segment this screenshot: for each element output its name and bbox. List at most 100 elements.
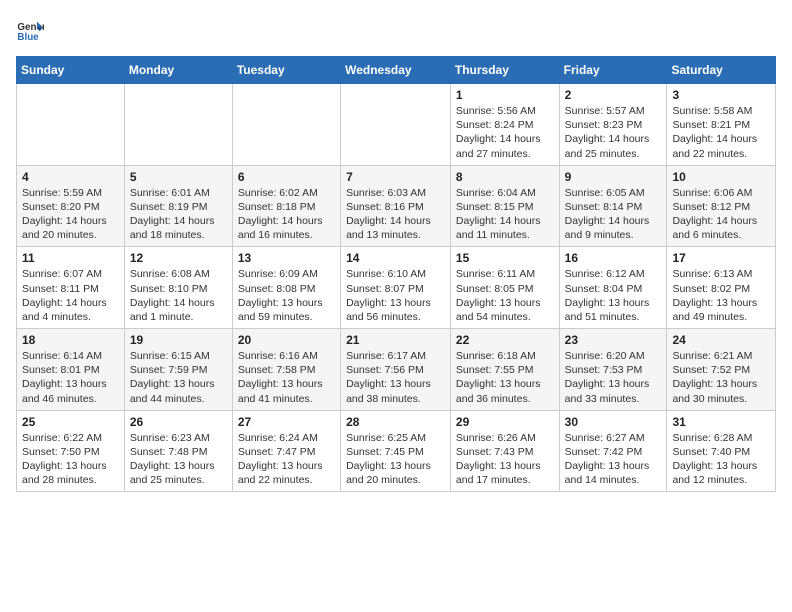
day-info: Sunrise: 6:11 AM Sunset: 8:05 PM Dayligh… <box>456 267 554 324</box>
day-number: 26 <box>130 415 227 429</box>
calendar-cell: 11 Sunrise: 6:07 AM Sunset: 8:11 PM Dayli… <box>17 247 125 329</box>
calendar-cell: 1 Sunrise: 5:56 AM Sunset: 8:24 PM Daylig… <box>450 84 559 166</box>
day-info: Sunrise: 6:26 AM Sunset: 7:43 PM Dayligh… <box>456 431 554 488</box>
day-info: Sunrise: 5:59 AM Sunset: 8:20 PM Dayligh… <box>22 186 119 243</box>
calendar-cell: 7Sunrise: 6:03 AM Sunset: 8:16 PM Daylig… <box>341 165 451 247</box>
day-info: Sunrise: 6:22 AM Sunset: 7:50 PM Dayligh… <box>22 431 119 488</box>
day-number: 14 <box>346 251 445 265</box>
header-monday: Monday <box>124 57 232 84</box>
calendar-cell: 12 Sunrise: 6:08 AM Sunset: 8:10 PM Dayli… <box>124 247 232 329</box>
day-info: Sunrise: 6:16 AM Sunset: 7:58 PM Dayligh… <box>238 349 335 406</box>
svg-text:Blue: Blue <box>17 32 39 43</box>
calendar-cell: 23Sunrise: 6:20 AM Sunset: 7:53 PM Dayli… <box>559 329 667 411</box>
day-number: 22 <box>456 333 554 347</box>
day-number: 9 <box>565 170 662 184</box>
calendar-week-row: 18Sunrise: 6:14 AM Sunset: 8:01 PM Dayli… <box>17 329 776 411</box>
page-header: General Blue <box>16 16 776 44</box>
day-number: 24 <box>672 333 770 347</box>
day-number: 2 <box>565 88 662 102</box>
calendar-cell <box>17 84 125 166</box>
day-info: Sunrise: 6:08 AM Sunset: 8:10 PM Dayligh… <box>130 267 227 324</box>
day-info: Sunrise: 6:12 AM Sunset: 8:04 PM Dayligh… <box>565 267 662 324</box>
calendar-cell: 8 Sunrise: 6:04 AM Sunset: 8:15 PM Daylig… <box>450 165 559 247</box>
calendar-cell <box>124 84 232 166</box>
day-number: 28 <box>346 415 445 429</box>
calendar-cell: 31 Sunrise: 6:28 AM Sunset: 7:40 PM Dayli… <box>667 410 776 492</box>
header-friday: Friday <box>559 57 667 84</box>
day-info: Sunrise: 6:28 AM Sunset: 7:40 PM Dayligh… <box>672 431 770 488</box>
day-info: Sunrise: 6:18 AM Sunset: 7:55 PM Dayligh… <box>456 349 554 406</box>
day-number: 20 <box>238 333 335 347</box>
header-tuesday: Tuesday <box>232 57 340 84</box>
day-info: Sunrise: 6:07 AM Sunset: 8:11 PM Dayligh… <box>22 267 119 324</box>
calendar-cell: 14 Sunrise: 6:10 AM Sunset: 8:07 PM Dayli… <box>341 247 451 329</box>
calendar-cell <box>232 84 340 166</box>
day-info: Sunrise: 5:57 AM Sunset: 8:23 PM Dayligh… <box>565 104 662 161</box>
calendar-cell: 18Sunrise: 6:14 AM Sunset: 8:01 PM Dayli… <box>17 329 125 411</box>
calendar-cell: 20 Sunrise: 6:16 AM Sunset: 7:58 PM Dayli… <box>232 329 340 411</box>
day-number: 29 <box>456 415 554 429</box>
day-number: 5 <box>130 170 227 184</box>
day-info: Sunrise: 6:06 AM Sunset: 8:12 PM Dayligh… <box>672 186 770 243</box>
day-number: 21 <box>346 333 445 347</box>
calendar-cell: 6 Sunrise: 6:02 AM Sunset: 8:18 PM Daylig… <box>232 165 340 247</box>
day-info: Sunrise: 6:01 AM Sunset: 8:19 PM Dayligh… <box>130 186 227 243</box>
day-info: Sunrise: 6:20 AM Sunset: 7:53 PM Dayligh… <box>565 349 662 406</box>
calendar-cell: 26 Sunrise: 6:23 AM Sunset: 7:48 PM Dayli… <box>124 410 232 492</box>
day-info: Sunrise: 5:56 AM Sunset: 8:24 PM Dayligh… <box>456 104 554 161</box>
day-info: Sunrise: 6:02 AM Sunset: 8:18 PM Dayligh… <box>238 186 335 243</box>
calendar-cell: 15 Sunrise: 6:11 AM Sunset: 8:05 PM Dayli… <box>450 247 559 329</box>
calendar-cell: 5 Sunrise: 6:01 AM Sunset: 8:19 PM Daylig… <box>124 165 232 247</box>
day-number: 8 <box>456 170 554 184</box>
day-number: 10 <box>672 170 770 184</box>
calendar-cell: 22 Sunrise: 6:18 AM Sunset: 7:55 PM Dayli… <box>450 329 559 411</box>
day-number: 6 <box>238 170 335 184</box>
calendar-cell <box>341 84 451 166</box>
calendar-week-row: 1 Sunrise: 5:56 AM Sunset: 8:24 PM Daylig… <box>17 84 776 166</box>
day-number: 11 <box>22 251 119 265</box>
calendar-cell: 17Sunrise: 6:13 AM Sunset: 8:02 PM Dayli… <box>667 247 776 329</box>
day-number: 4 <box>22 170 119 184</box>
calendar-cell: 25Sunrise: 6:22 AM Sunset: 7:50 PM Dayli… <box>17 410 125 492</box>
day-info: Sunrise: 6:14 AM Sunset: 8:01 PM Dayligh… <box>22 349 119 406</box>
day-info: Sunrise: 6:10 AM Sunset: 8:07 PM Dayligh… <box>346 267 445 324</box>
calendar-cell: 10 Sunrise: 6:06 AM Sunset: 8:12 PM Dayli… <box>667 165 776 247</box>
calendar-cell: 29 Sunrise: 6:26 AM Sunset: 7:43 PM Dayli… <box>450 410 559 492</box>
day-number: 16 <box>565 251 662 265</box>
day-info: Sunrise: 5:58 AM Sunset: 8:21 PM Dayligh… <box>672 104 770 161</box>
calendar-cell: 24 Sunrise: 6:21 AM Sunset: 7:52 PM Dayli… <box>667 329 776 411</box>
day-number: 15 <box>456 251 554 265</box>
day-info: Sunrise: 6:15 AM Sunset: 7:59 PM Dayligh… <box>130 349 227 406</box>
logo-icon: General Blue <box>16 16 44 44</box>
calendar-cell: 30 Sunrise: 6:27 AM Sunset: 7:42 PM Dayli… <box>559 410 667 492</box>
day-info: Sunrise: 6:24 AM Sunset: 7:47 PM Dayligh… <box>238 431 335 488</box>
calendar-header-row: SundayMondayTuesdayWednesdayThursdayFrid… <box>17 57 776 84</box>
calendar-week-row: 25Sunrise: 6:22 AM Sunset: 7:50 PM Dayli… <box>17 410 776 492</box>
day-number: 30 <box>565 415 662 429</box>
day-number: 13 <box>238 251 335 265</box>
day-number: 12 <box>130 251 227 265</box>
day-info: Sunrise: 6:04 AM Sunset: 8:15 PM Dayligh… <box>456 186 554 243</box>
day-info: Sunrise: 6:21 AM Sunset: 7:52 PM Dayligh… <box>672 349 770 406</box>
day-info: Sunrise: 6:09 AM Sunset: 8:08 PM Dayligh… <box>238 267 335 324</box>
day-number: 7 <box>346 170 445 184</box>
header-wednesday: Wednesday <box>341 57 451 84</box>
calendar-cell: 2 Sunrise: 5:57 AM Sunset: 8:23 PM Daylig… <box>559 84 667 166</box>
day-number: 1 <box>456 88 554 102</box>
calendar-cell: 16 Sunrise: 6:12 AM Sunset: 8:04 PM Dayli… <box>559 247 667 329</box>
calendar-cell: 28 Sunrise: 6:25 AM Sunset: 7:45 PM Dayli… <box>341 410 451 492</box>
day-number: 31 <box>672 415 770 429</box>
day-info: Sunrise: 6:05 AM Sunset: 8:14 PM Dayligh… <box>565 186 662 243</box>
calendar-table: SundayMondayTuesdayWednesdayThursdayFrid… <box>16 56 776 492</box>
day-info: Sunrise: 6:25 AM Sunset: 7:45 PM Dayligh… <box>346 431 445 488</box>
day-number: 27 <box>238 415 335 429</box>
day-info: Sunrise: 6:27 AM Sunset: 7:42 PM Dayligh… <box>565 431 662 488</box>
day-number: 17 <box>672 251 770 265</box>
calendar-cell: 19Sunrise: 6:15 AM Sunset: 7:59 PM Dayli… <box>124 329 232 411</box>
calendar-cell: 21 Sunrise: 6:17 AM Sunset: 7:56 PM Dayli… <box>341 329 451 411</box>
header-sunday: Sunday <box>17 57 125 84</box>
day-info: Sunrise: 6:23 AM Sunset: 7:48 PM Dayligh… <box>130 431 227 488</box>
day-info: Sunrise: 6:17 AM Sunset: 7:56 PM Dayligh… <box>346 349 445 406</box>
calendar-cell: 27 Sunrise: 6:24 AM Sunset: 7:47 PM Dayli… <box>232 410 340 492</box>
header-thursday: Thursday <box>450 57 559 84</box>
